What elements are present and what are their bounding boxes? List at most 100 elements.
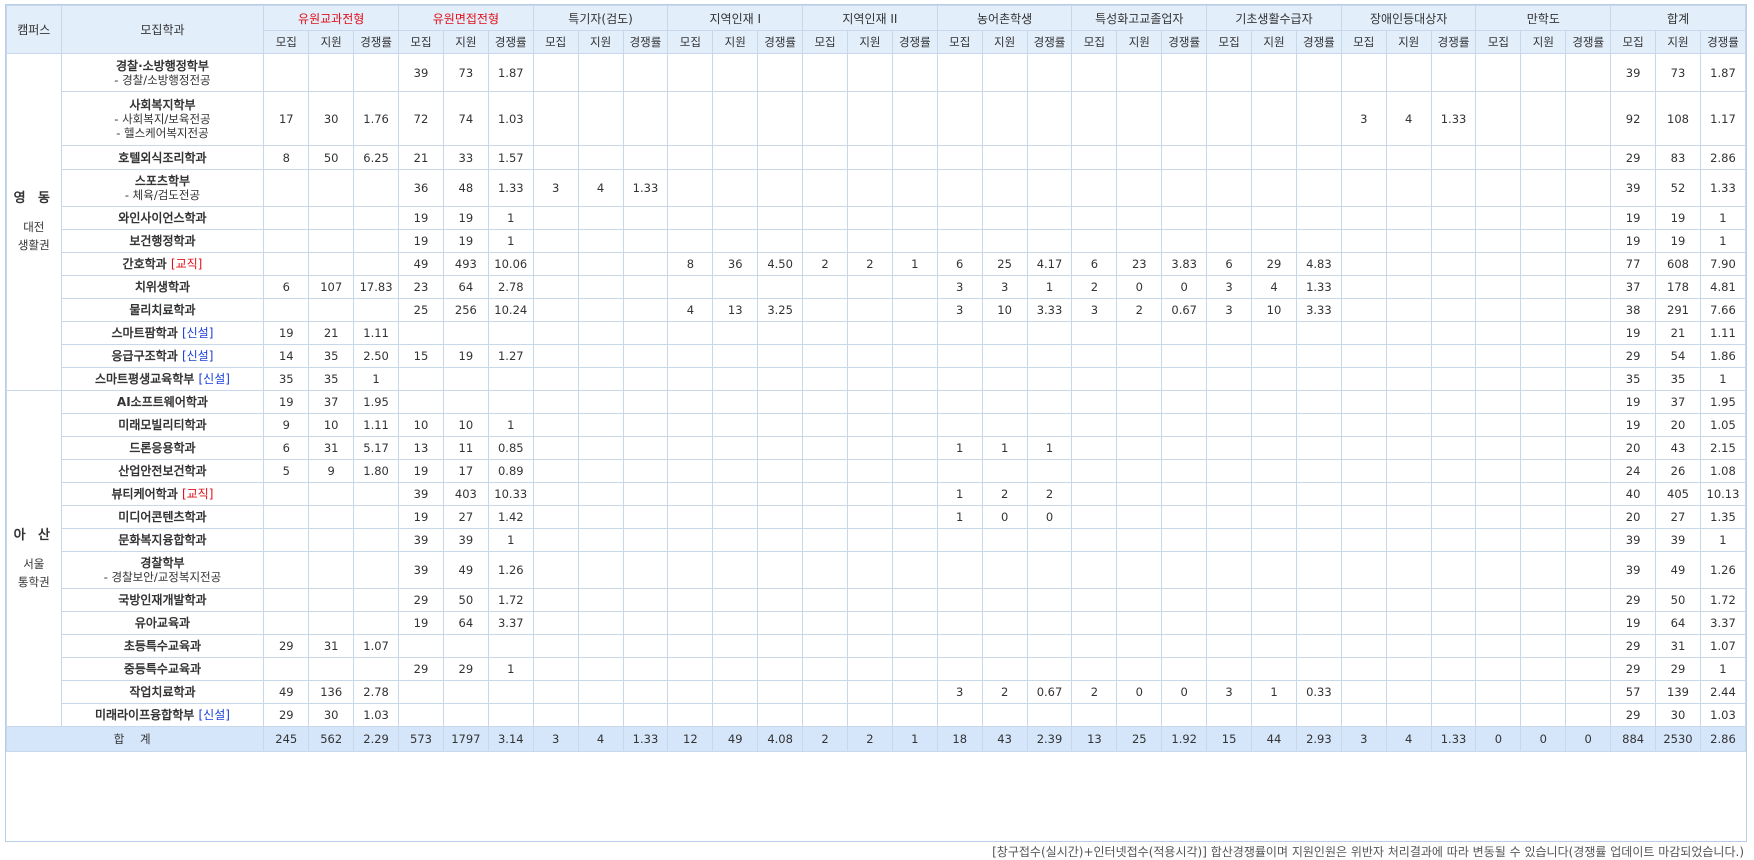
value-cell (1385, 680, 1432, 704)
value-cell: 1.95 (1699, 390, 1747, 414)
value-cell (1565, 459, 1612, 483)
value-cell (1430, 611, 1477, 635)
value-cell (532, 367, 579, 391)
value-cell (1206, 413, 1253, 437)
value-cell (1161, 436, 1208, 460)
value-cell (1565, 298, 1612, 322)
value-cell: 35 (1655, 367, 1701, 391)
value-cell (1295, 169, 1342, 207)
dept-name: 미래라이프융합학부 (94, 708, 195, 722)
value-cell (1475, 229, 1522, 253)
value-cell (936, 321, 983, 345)
value-cell (712, 53, 759, 92)
header-sub-10-0: 모집 (1610, 30, 1657, 54)
value-cell (532, 657, 579, 681)
value-cell (1475, 482, 1522, 506)
value-cell (891, 298, 938, 322)
value-cell: 36 (712, 252, 759, 276)
value-cell (1026, 367, 1073, 391)
value-cell: 1 (936, 505, 983, 529)
total-value-cell: 12 (667, 726, 714, 752)
value-cell (1161, 145, 1208, 170)
total-value-cell: 4.08 (757, 726, 804, 752)
value-cell (1565, 528, 1612, 552)
value-cell: 30 (1655, 703, 1701, 727)
value-cell: 39 (442, 528, 489, 552)
dept-cell: 드론응용학과 (60, 436, 265, 460)
value-cell (891, 634, 938, 658)
value-cell (1295, 91, 1342, 146)
value-cell (757, 390, 804, 414)
value-cell: 37 (308, 390, 355, 414)
table-row: 드론응용학과 6 31 5.17 13 11 0.85 1 1 1 20 43 2.15 (7, 436, 1747, 460)
value-cell (487, 703, 534, 727)
value-cell (1161, 344, 1208, 368)
value-cell (1520, 229, 1567, 253)
value-cell (1520, 321, 1567, 345)
value-cell (802, 657, 848, 681)
value-cell: 27 (1655, 505, 1701, 529)
value-cell: 10 (308, 413, 355, 437)
value-cell: 178 (1655, 275, 1701, 299)
value-cell: 31 (1655, 634, 1701, 658)
value-cell: 2 (1116, 298, 1163, 322)
dept-cell: 작업치료학과 (60, 680, 265, 704)
header-sub-5-0: 모집 (936, 30, 983, 54)
value-cell: 493 (442, 252, 489, 276)
dept-name: 스마트평생교육학부 (94, 372, 195, 386)
total-value-cell: 3 (532, 726, 579, 752)
value-cell: 1.07 (353, 634, 400, 658)
value-cell: 405 (1655, 482, 1701, 506)
value-cell: 4 (1385, 91, 1432, 146)
value-cell (757, 321, 804, 345)
value-cell (1251, 657, 1297, 681)
value-cell (1161, 169, 1208, 207)
value-cell: 1 (487, 206, 534, 230)
value-cell: 5 (263, 459, 310, 483)
value-cell (712, 680, 759, 704)
value-cell (1295, 459, 1342, 483)
dept-cell: 미래모빌리티학과 (60, 413, 265, 437)
value-cell: 0.89 (487, 459, 534, 483)
value-cell (1116, 145, 1163, 170)
value-cell (712, 145, 759, 170)
value-cell (712, 275, 759, 299)
value-cell (981, 634, 1028, 658)
value-cell: 19 (398, 229, 444, 253)
table-row: 사회복지학부 - 사회복지/보육전공 - 헬스케어복지전공 17 30 1.76 72 74 1… (7, 91, 1747, 146)
value-cell (1520, 344, 1567, 368)
value-cell (891, 367, 938, 391)
value-cell: 6 (1071, 252, 1118, 276)
value-cell: 9 (263, 413, 310, 437)
value-cell (1161, 367, 1208, 391)
value-cell: 6 (263, 436, 310, 460)
value-cell (1385, 298, 1432, 322)
value-cell (1385, 657, 1432, 681)
dept-name: 중등특수교육과 (123, 662, 202, 676)
value-cell (846, 298, 893, 322)
dept-name: 응급구조학과 (111, 349, 178, 363)
table-row: 미래모빌리티학과 9 10 1.11 10 10 1 19 20 1.05 (7, 413, 1747, 437)
table-row: 중등특수교육과 29 29 1 29 29 1 (7, 657, 1747, 681)
value-cell (802, 91, 848, 146)
value-cell: 6 (263, 275, 310, 299)
value-cell: 10 (1251, 298, 1297, 322)
value-cell (1161, 634, 1208, 658)
value-cell (1475, 275, 1522, 299)
value-cell (1520, 482, 1567, 506)
value-cell: 19 (398, 206, 444, 230)
value-cell (308, 611, 355, 635)
header-sub-7-2: 경쟁률 (1295, 30, 1342, 54)
header-sub-8-0: 모집 (1340, 30, 1387, 54)
value-cell (802, 505, 848, 529)
value-cell (622, 528, 669, 552)
value-cell (1116, 436, 1163, 460)
value-cell (1295, 321, 1342, 345)
value-cell (936, 413, 983, 437)
value-cell (712, 229, 759, 253)
value-cell: 1.86 (1699, 344, 1747, 368)
value-cell: 1.11 (353, 413, 400, 437)
value-cell (622, 252, 669, 276)
value-cell (532, 634, 579, 658)
value-cell (1071, 169, 1118, 207)
